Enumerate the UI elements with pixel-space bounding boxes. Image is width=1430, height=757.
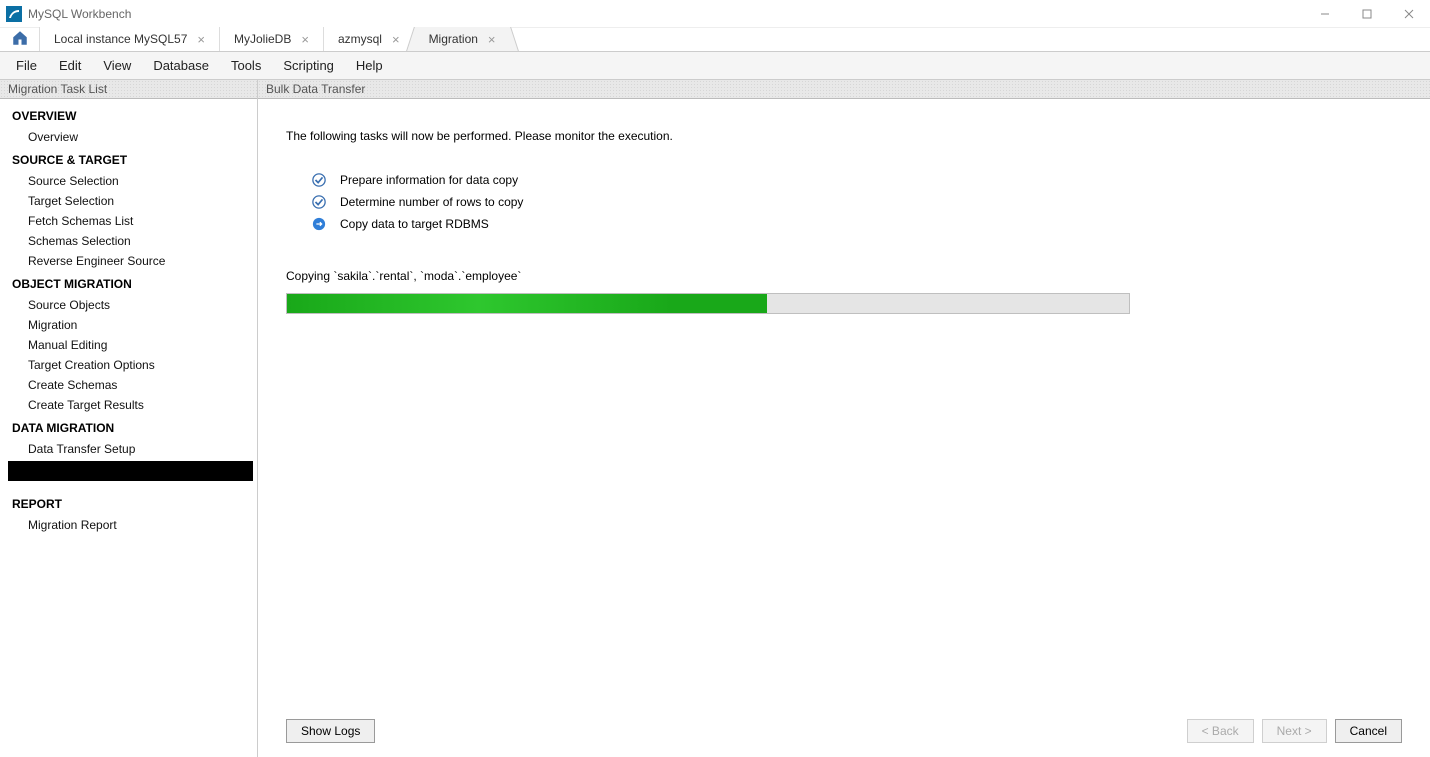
cancel-button[interactable]: Cancel: [1335, 719, 1402, 743]
task-heading-report: REPORT: [0, 491, 257, 515]
step-label: Copy data to target RDBMS: [340, 217, 489, 231]
checkmark-icon: [312, 173, 326, 187]
task-item-target-selection[interactable]: Target Selection: [0, 191, 257, 211]
close-icon[interactable]: ×: [488, 33, 496, 46]
task-heading-object-migration: OBJECT MIGRATION: [0, 271, 257, 295]
tab-label: Migration: [429, 32, 478, 46]
window-controls: [1318, 7, 1424, 21]
task-item-create-schemas[interactable]: Create Schemas: [0, 375, 257, 395]
step-row: Prepare information for data copy: [312, 173, 1402, 187]
task-item-target-creation-options[interactable]: Target Creation Options: [0, 355, 257, 375]
menu-edit[interactable]: Edit: [49, 54, 91, 77]
close-icon[interactable]: ×: [197, 33, 205, 46]
step-label: Determine number of rows to copy: [340, 195, 523, 209]
back-button[interactable]: < Back: [1187, 719, 1254, 743]
progress-fill: [287, 294, 767, 313]
step-row: Copy data to target RDBMS: [312, 217, 1402, 231]
home-tab[interactable]: [0, 27, 40, 51]
menubar: File Edit View Database Tools Scripting …: [0, 52, 1430, 80]
task-item-data-transfer-setup[interactable]: Data Transfer Setup: [0, 439, 257, 459]
task-item-create-target-results[interactable]: Create Target Results: [0, 395, 257, 415]
minimize-button[interactable]: [1318, 7, 1332, 21]
task-item-migration[interactable]: Migration: [0, 315, 257, 335]
tab-azmysql[interactable]: azmysql ×: [324, 27, 415, 51]
step-label: Prepare information for data copy: [340, 173, 518, 187]
task-item-source-objects[interactable]: Source Objects: [0, 295, 257, 315]
app-icon: [6, 6, 22, 22]
home-icon: [11, 29, 29, 50]
menu-view[interactable]: View: [93, 54, 141, 77]
maximize-button[interactable]: [1360, 7, 1374, 21]
sidebar-header: Migration Task List: [0, 80, 257, 99]
tab-label: Local instance MySQL57: [54, 32, 187, 46]
task-item-source-selection[interactable]: Source Selection: [0, 171, 257, 191]
tab-local-instance[interactable]: Local instance MySQL57 ×: [40, 27, 220, 51]
task-list: OVERVIEW Overview SOURCE & TARGET Source…: [0, 99, 257, 757]
footer-row: Show Logs < Back Next > Cancel: [286, 709, 1402, 743]
tab-myjoliedb[interactable]: MyJolieDB ×: [220, 27, 324, 51]
step-row: Determine number of rows to copy: [312, 195, 1402, 209]
close-button[interactable]: [1402, 7, 1416, 21]
tab-label: MyJolieDB: [234, 32, 291, 46]
menu-tools[interactable]: Tools: [221, 54, 271, 77]
task-item-manual-editing[interactable]: Manual Editing: [0, 335, 257, 355]
close-icon[interactable]: ×: [301, 33, 309, 46]
main-header: Bulk Data Transfer: [258, 80, 1430, 99]
progress-bar: [286, 293, 1130, 314]
task-heading-overview: OVERVIEW: [0, 103, 257, 127]
menu-help[interactable]: Help: [346, 54, 393, 77]
menu-scripting[interactable]: Scripting: [273, 54, 344, 77]
task-heading-data-migration: DATA MIGRATION: [0, 415, 257, 439]
window-title: MySQL Workbench: [28, 7, 131, 21]
menu-database[interactable]: Database: [143, 54, 219, 77]
running-icon: [312, 217, 326, 231]
titlebar: MySQL Workbench: [0, 0, 1430, 28]
next-button[interactable]: Next >: [1262, 719, 1327, 743]
migration-task-sidebar: Migration Task List OVERVIEW Overview SO…: [0, 80, 258, 757]
task-item-reverse-engineer[interactable]: Reverse Engineer Source: [0, 251, 257, 271]
tab-label: azmysql: [338, 32, 382, 46]
task-item-migration-report[interactable]: Migration Report: [0, 515, 257, 535]
tab-migration[interactable]: Migration ×: [415, 27, 511, 51]
menu-file[interactable]: File: [6, 54, 47, 77]
connection-tabs: Local instance MySQL57 × MyJolieDB × azm…: [0, 28, 1430, 52]
close-icon[interactable]: ×: [392, 33, 400, 46]
progress-label: Copying `sakila`.`rental`, `moda`.`emplo…: [286, 269, 1402, 283]
task-heading-source-target: SOURCE & TARGET: [0, 147, 257, 171]
intro-text: The following tasks will now be performe…: [286, 129, 1402, 143]
checkmark-icon: [312, 195, 326, 209]
step-list: Prepare information for data copy Determ…: [312, 173, 1402, 239]
main-panel: Bulk Data Transfer The following tasks w…: [258, 80, 1430, 757]
task-item-schemas-selection[interactable]: Schemas Selection: [0, 231, 257, 251]
task-item-fetch-schemas[interactable]: Fetch Schemas List: [0, 211, 257, 231]
task-item-active[interactable]: [8, 461, 253, 481]
task-item-overview[interactable]: Overview: [0, 127, 257, 147]
main-body: The following tasks will now be performe…: [258, 99, 1430, 757]
show-logs-button[interactable]: Show Logs: [286, 719, 375, 743]
